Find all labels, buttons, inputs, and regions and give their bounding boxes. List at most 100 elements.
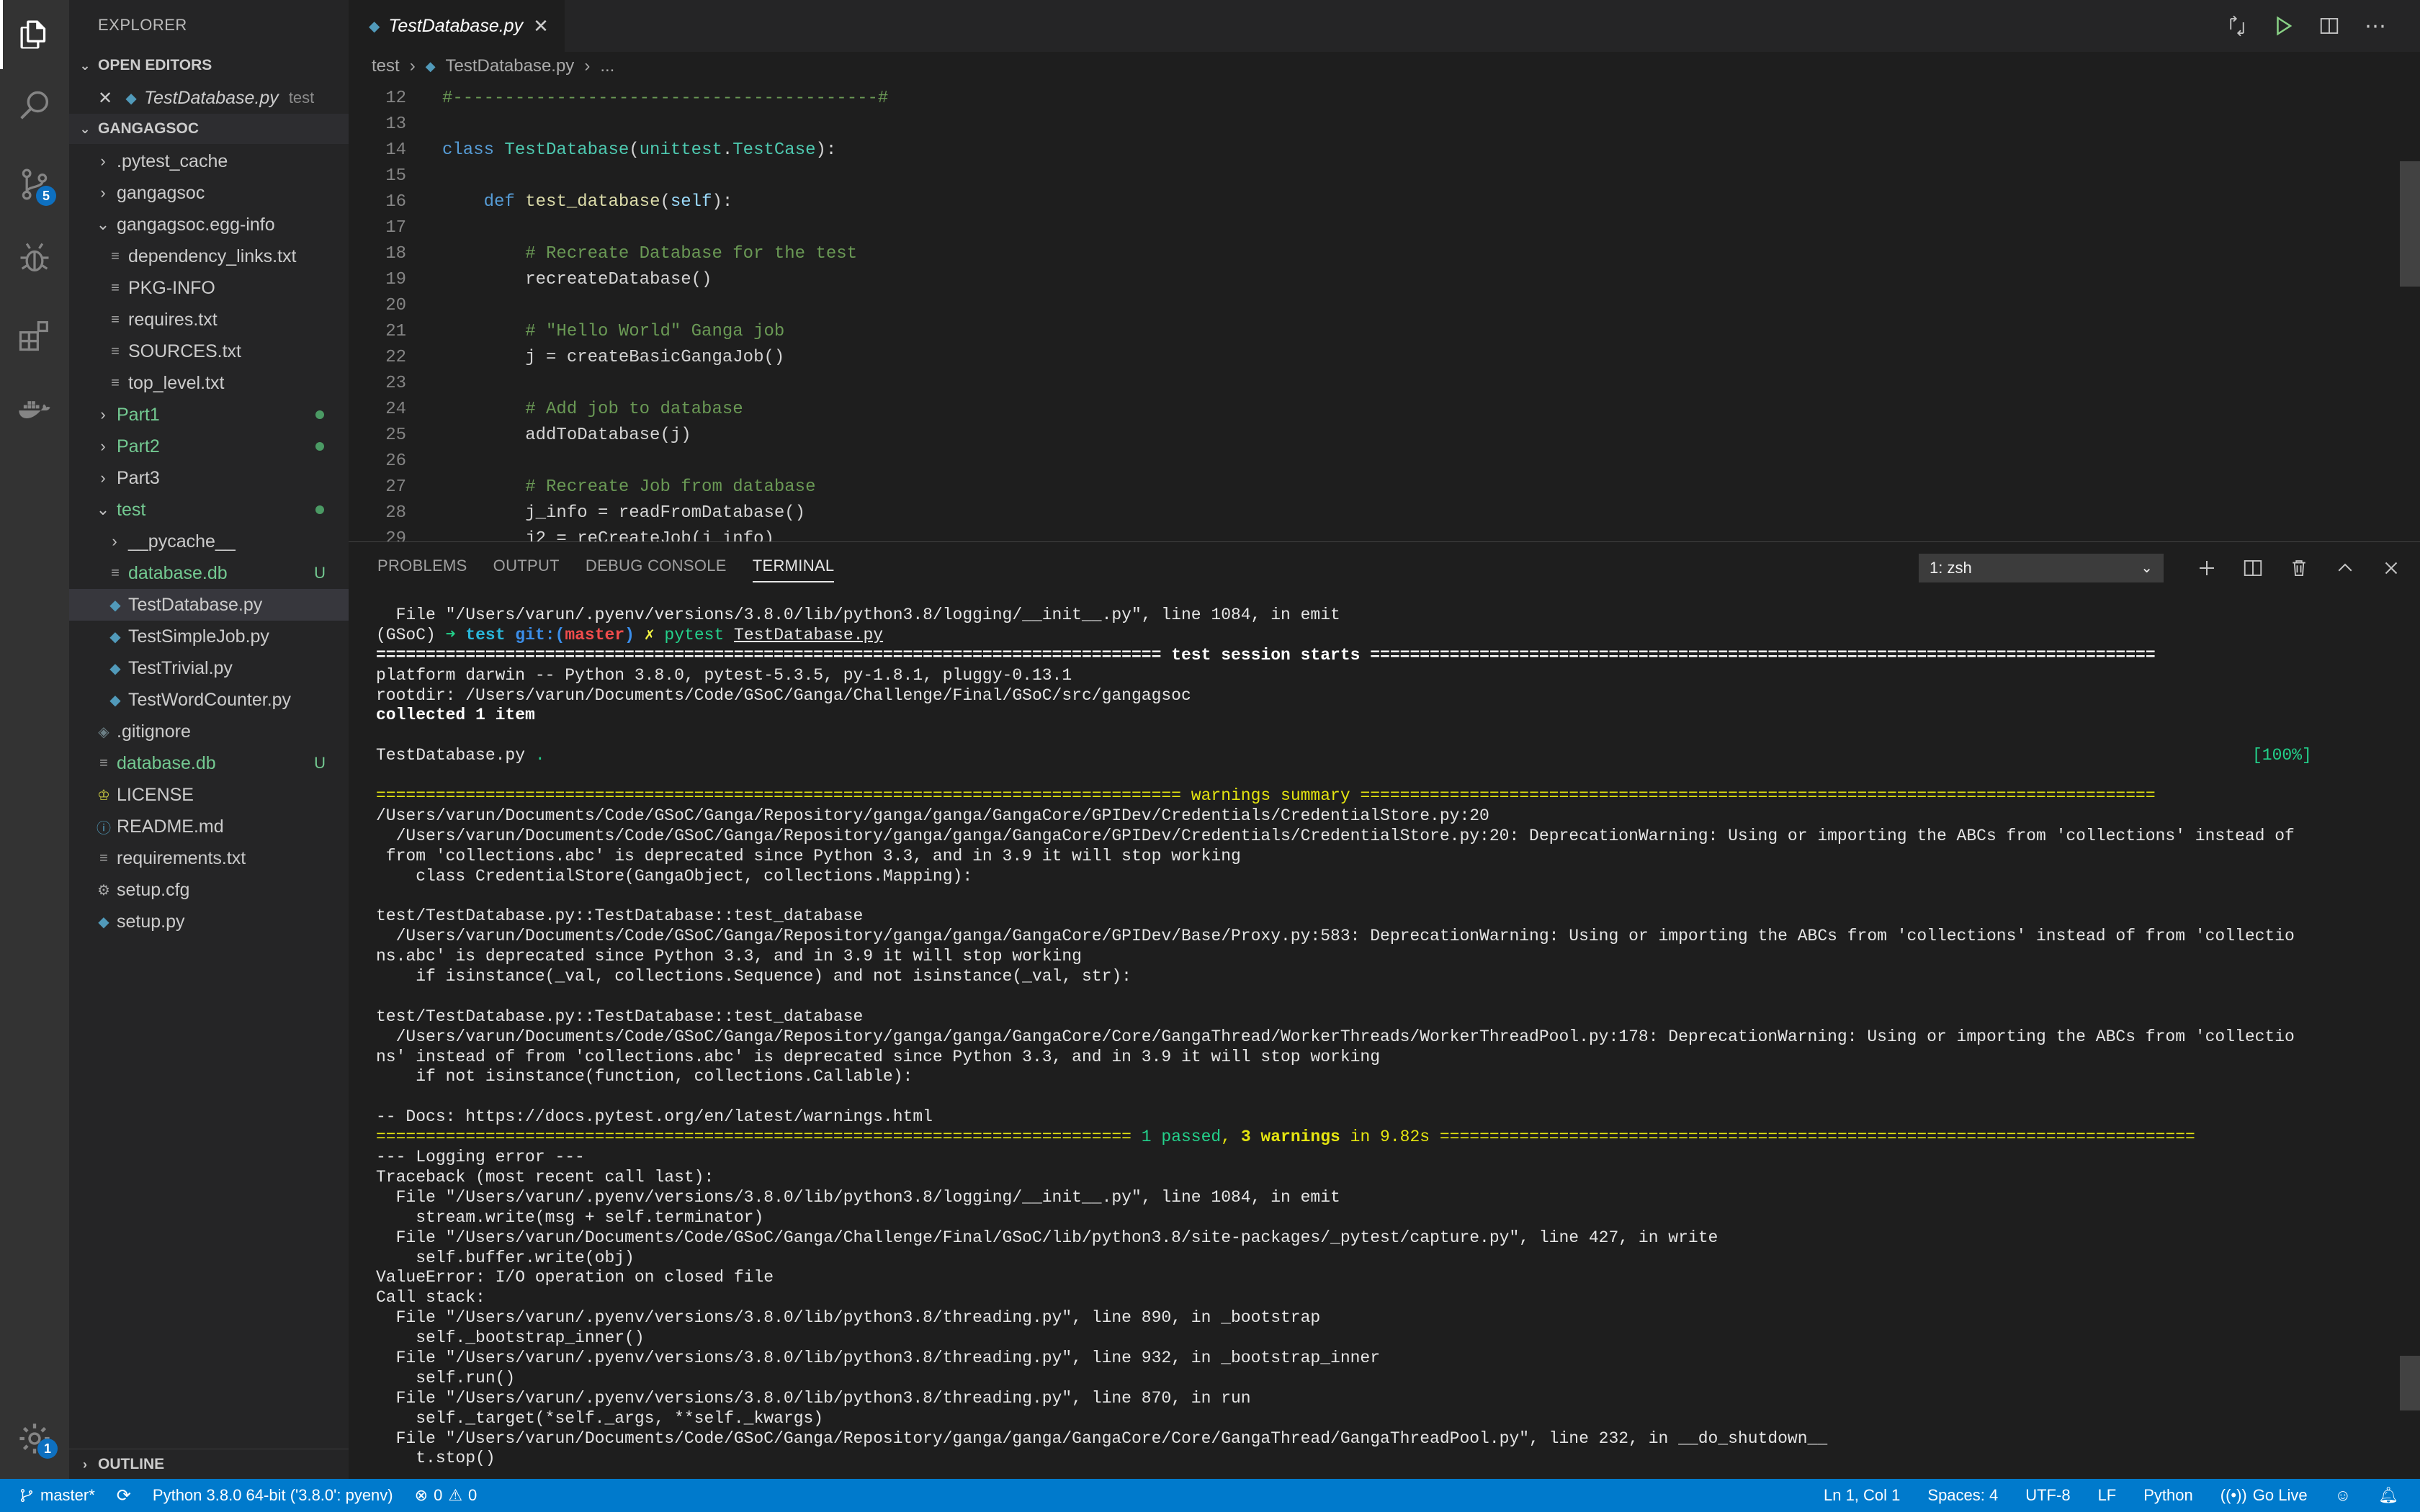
- passed-count: 1 passed: [1141, 1128, 1222, 1147]
- code-line[interactable]: 13: [349, 111, 2420, 137]
- code-line[interactable]: 24 # Add job to database: [349, 396, 2420, 422]
- problems-status[interactable]: ⊗ 0 ⚠ 0: [415, 1486, 478, 1505]
- code-text: # Recreate Job from database: [442, 477, 816, 497]
- outline-section[interactable]: › OUTLINE: [69, 1449, 349, 1479]
- language-mode[interactable]: Python: [2143, 1486, 2193, 1505]
- breadcrumb-symbol[interactable]: ...: [600, 56, 614, 76]
- close-icon[interactable]: ✕: [98, 88, 112, 109]
- separator-comma: ,: [1221, 1128, 1241, 1147]
- project-section[interactable]: ⌄ GANGAGSOC: [69, 114, 349, 144]
- code-line[interactable]: 22 j = createBasicGangaJob(): [349, 344, 2420, 370]
- line-number: 27: [385, 477, 406, 497]
- tree-file[interactable]: ≡ dependency_links.txt: [69, 240, 349, 272]
- tab-debug-console[interactable]: DEBUG CONSOLE: [586, 557, 727, 582]
- source-control-activity-button[interactable]: 5: [0, 150, 69, 219]
- terminal-line: /Users/varun/Documents/Code/GSoC/Ganga/R…: [376, 806, 1489, 825]
- code-line[interactable]: 12 #-------------------------------------…: [349, 85, 2420, 111]
- debug-activity-button[interactable]: [0, 223, 69, 292]
- code-line[interactable]: 15: [349, 163, 2420, 189]
- python-interpreter[interactable]: Python 3.8.0 64-bit ('3.8.0': pyenv): [153, 1486, 393, 1505]
- close-panel-icon[interactable]: [2377, 554, 2406, 582]
- code-line[interactable]: 21 # "Hello World" Ganga job: [349, 318, 2420, 344]
- code-editor[interactable]: 12 #-------------------------------------…: [349, 85, 2420, 542]
- terminal-line: Traceback (most recent call last):: [376, 1167, 714, 1187]
- tree-file[interactable]: ≡ requirements.txt: [69, 842, 349, 874]
- go-live-button[interactable]: ((•)) Go Live: [2220, 1486, 2308, 1505]
- code-line[interactable]: 25 addToDatabase(j): [349, 422, 2420, 448]
- code-line[interactable]: 14 class TestDatabase(unittest.TestCase):: [349, 137, 2420, 163]
- new-terminal-icon[interactable]: [2192, 554, 2221, 582]
- tree-folder[interactable]: ⌄ gangagsoc.egg-info: [69, 209, 349, 240]
- run-icon[interactable]: [2267, 10, 2299, 42]
- more-actions-icon[interactable]: ⋯: [2360, 10, 2391, 42]
- docker-activity-button[interactable]: [0, 374, 69, 444]
- close-icon[interactable]: ✕: [533, 15, 549, 37]
- open-editor-item[interactable]: ✕ ◆ TestDatabase.py test: [69, 82, 349, 114]
- explorer-activity-button[interactable]: [0, 0, 69, 69]
- tree-file[interactable]: ◆ setup.py: [69, 906, 349, 937]
- notifications-button[interactable]: 🔔︎: [2378, 1486, 2398, 1505]
- tree-file[interactable]: ≡ PKG-INFO: [69, 272, 349, 304]
- tree-folder[interactable]: › gangagsoc: [69, 177, 349, 209]
- code-line[interactable]: 20: [349, 292, 2420, 318]
- open-editors-section[interactable]: ⌄ OPEN EDITORS: [69, 50, 349, 81]
- code-line[interactable]: 19 recreateDatabase(): [349, 266, 2420, 292]
- trash-icon[interactable]: [2285, 554, 2313, 582]
- breadcrumb-folder[interactable]: test: [372, 56, 400, 76]
- code-line[interactable]: 27 # Recreate Job from database: [349, 474, 2420, 500]
- split-terminal-icon[interactable]: [2238, 554, 2267, 582]
- tab-output[interactable]: OUTPUT: [493, 557, 560, 582]
- search-activity-button[interactable]: [0, 72, 69, 141]
- tree-file[interactable]: ≡ top_level.txt: [69, 367, 349, 399]
- tree-file[interactable]: ◆ TestTrivial.py: [69, 652, 349, 684]
- code-line[interactable]: 23: [349, 370, 2420, 396]
- indentation[interactable]: Spaces: 4: [1927, 1486, 1998, 1505]
- sync-status[interactable]: ⟳: [117, 1485, 131, 1506]
- code-line[interactable]: 17: [349, 215, 2420, 240]
- tree-folder[interactable]: › __pycache__: [69, 526, 349, 557]
- terminal-line: ns' instead of from 'collections.abc' is…: [376, 1047, 1381, 1066]
- tree-folder[interactable]: › .pytest_cache: [69, 145, 349, 177]
- tab-terminal[interactable]: TERMINAL: [752, 557, 835, 582]
- feedback-button[interactable]: ☺: [2335, 1486, 2351, 1505]
- outline-header[interactable]: › OUTLINE: [69, 1449, 349, 1480]
- extensions-activity-button[interactable]: [0, 301, 69, 370]
- code-line[interactable]: 28 j_info = readFromDatabase(): [349, 500, 2420, 526]
- branch-status[interactable]: master*: [19, 1486, 95, 1505]
- code-line[interactable]: 26: [349, 448, 2420, 474]
- cursor-position[interactable]: Ln 1, Col 1: [1824, 1486, 1900, 1505]
- tree-file[interactable]: ◆ TestWordCounter.py: [69, 684, 349, 716]
- code-line[interactable]: 18 # Recreate Database for the test: [349, 240, 2420, 266]
- tree-file[interactable]: ⓘ README.md: [69, 811, 349, 842]
- editor-scrollbar[interactable]: [2400, 161, 2420, 287]
- code-line[interactable]: 16 def test_database(self):: [349, 189, 2420, 215]
- tree-file[interactable]: ◈ .gitignore: [69, 716, 349, 747]
- compare-changes-icon[interactable]: [2221, 10, 2253, 42]
- terminal-selector[interactable]: 1: zsh ⌄: [1919, 554, 2164, 582]
- tree-file[interactable]: ≡ database.db U: [69, 747, 349, 779]
- tree-file[interactable]: ⚙ setup.cfg: [69, 874, 349, 906]
- encoding[interactable]: UTF-8: [2025, 1486, 2070, 1505]
- tree-file-selected[interactable]: ◆ TestDatabase.py: [69, 589, 349, 621]
- tree-file[interactable]: ≡ requires.txt: [69, 304, 349, 336]
- tree-file[interactable]: ◆ TestSimpleJob.py: [69, 621, 349, 652]
- split-editor-icon[interactable]: [2313, 10, 2345, 42]
- tree-file[interactable]: ≡ SOURCES.txt: [69, 336, 349, 367]
- code-line[interactable]: 29 j2 = reCreateJob(j_info): [349, 526, 2420, 542]
- tree-folder[interactable]: › Part1: [69, 399, 349, 431]
- maximize-panel-icon[interactable]: [2331, 554, 2360, 582]
- tree-folder[interactable]: ⌄ test: [69, 494, 349, 526]
- tree-folder[interactable]: › Part3: [69, 462, 349, 494]
- manage-activity-button[interactable]: 1: [0, 1404, 69, 1473]
- tree-file[interactable]: ≡ database.db U: [69, 557, 349, 589]
- terminal-output[interactable]: File "/Users/varun/.pyenv/versions/3.8.0…: [376, 606, 2321, 1469]
- line-endings[interactable]: LF: [2098, 1486, 2117, 1505]
- editor-tab[interactable]: ◆ TestDatabase.py ✕: [349, 0, 565, 52]
- breadcrumb-file[interactable]: TestDatabase.py: [446, 56, 575, 76]
- tab-problems[interactable]: PROBLEMS: [377, 557, 467, 582]
- line-number: 12: [385, 88, 406, 108]
- terminal-scrollbar[interactable]: [2400, 1356, 2420, 1410]
- tree-folder[interactable]: › Part2: [69, 431, 349, 462]
- tree-label: Part2: [117, 436, 160, 456]
- tree-file[interactable]: ♔ LICENSE: [69, 779, 349, 811]
